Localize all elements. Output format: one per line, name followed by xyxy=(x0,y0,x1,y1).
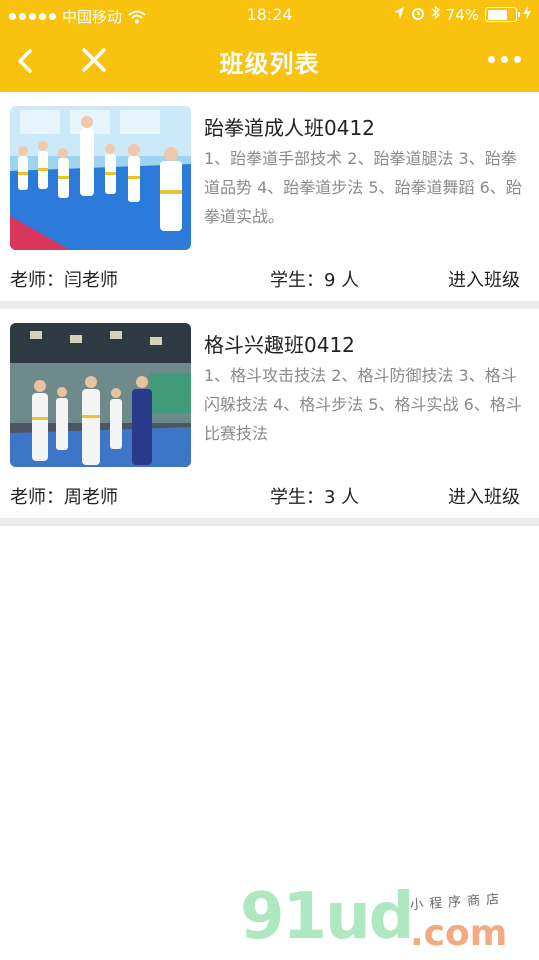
charging-icon xyxy=(523,5,531,24)
enter-class-button[interactable]: 进入班级 xyxy=(448,266,520,292)
page: 中国移动 18:24 74% 班级列表 跆拳道成人班0412 1、跆拳道手部技术… xyxy=(0,0,539,960)
class-card[interactable]: 格斗兴趣班0412 1、格斗攻击技法 2、格斗防御技法 3、格斗闪躲技法 4、格… xyxy=(0,309,539,526)
watermark-tagline: 小程序商店 xyxy=(409,891,506,914)
class-description: 1、格斗攻击技法 2、格斗防御技法 3、格斗闪躲技法 4、格斗步法 5、格斗实战… xyxy=(204,366,522,443)
class-description: 1、跆拳道手部技术 2、跆拳道腿法 3、跆拳道品势 4、跆拳道步法 5、跆拳道舞… xyxy=(204,149,522,226)
student-count: 学生：3 人 xyxy=(270,487,360,508)
watermark-domain: .com xyxy=(410,913,508,954)
status-right: 74% xyxy=(393,5,531,24)
class-card[interactable]: 跆拳道成人班0412 1、跆拳道手部技术 2、跆拳道腿法 3、跆拳道品势 4、跆… xyxy=(0,92,539,309)
class-card-body: 跆拳道成人班0412 1、跆拳道手部技术 2、跆拳道腿法 3、跆拳道品势 4、跆… xyxy=(0,92,539,255)
page-title: 班级列表 xyxy=(219,50,320,78)
class-card-footer: 老师：闫老师 学生：9 人 进入班级 xyxy=(0,255,539,301)
class-card-body: 格斗兴趣班0412 1、格斗攻击技法 2、格斗防御技法 3、格斗闪躲技法 4、格… xyxy=(0,309,539,472)
watermark-brand: 91ud xyxy=(240,880,414,954)
battery-icon xyxy=(485,7,520,22)
more-icon[interactable] xyxy=(488,56,521,63)
alarm-icon xyxy=(411,6,425,24)
class-name: 跆拳道成人班0412 xyxy=(204,116,375,140)
nav-bar: 班级列表 xyxy=(0,30,539,92)
battery-fill xyxy=(487,9,507,20)
bluetooth-icon xyxy=(431,5,440,24)
battery-percent: 74% xyxy=(445,5,479,24)
status-bar: 中国移动 18:24 74% xyxy=(0,0,539,30)
divider xyxy=(0,518,539,526)
watermark-logo: 91ud 小程序商店 .com xyxy=(240,885,530,955)
teacher-label: 老师：周老师 xyxy=(10,487,118,508)
location-icon xyxy=(393,6,405,24)
enter-class-button[interactable]: 进入班级 xyxy=(448,483,520,509)
teacher-label: 老师：闫老师 xyxy=(10,270,118,291)
divider xyxy=(0,301,539,309)
class-photo xyxy=(10,106,191,250)
top-bar: 中国移动 18:24 74% 班级列表 xyxy=(0,0,539,92)
class-card-footer: 老师：周老师 学生：3 人 进入班级 xyxy=(0,472,539,518)
class-name: 格斗兴趣班0412 xyxy=(204,333,355,357)
student-count: 学生：9 人 xyxy=(270,270,360,291)
class-photo xyxy=(10,323,191,467)
